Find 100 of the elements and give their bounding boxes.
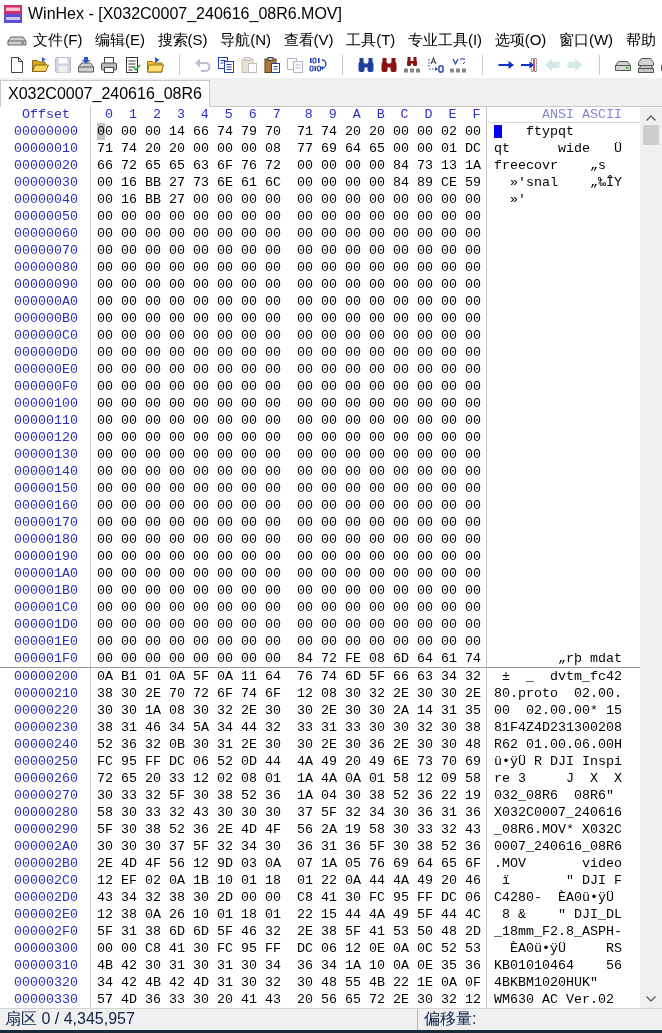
offset-label: 000001B0	[14, 583, 78, 598]
menu-item[interactable]: 导航(N)	[213, 29, 278, 51]
offset-label: 00000330	[14, 992, 78, 1007]
hex-bytes: 00 16 BB 27 73 6E 61 6C 00 00 00 00 84 89 CE 59	[97, 174, 481, 191]
column-header: 4	[200, 107, 209, 123]
hex-bytes: 00 00 00 00 00 00 00 00 00 00 00 00 00 00 00 00	[97, 412, 481, 429]
hex-bytes: 30 30 1A 08 30 32 2E 30 30 2E 30 30 2A 14 31 35	[97, 702, 481, 719]
hex-bytes: 00 00 00 00 00 00 00 00 00 00 00 00 00 00 00 00	[97, 293, 481, 310]
scrollbar[interactable]	[640, 107, 662, 1008]
offset-label: 00000100	[14, 396, 78, 411]
offset-label: 000001D0	[14, 617, 78, 632]
offset-label: 00000270	[14, 788, 78, 803]
properties-icon[interactable]	[123, 56, 141, 74]
ascii-text: KB01010464 56	[494, 957, 622, 974]
scroll-down-icon[interactable]	[645, 995, 657, 1004]
offset-label: 00000310	[14, 958, 78, 973]
offset-label: 00000020	[14, 158, 78, 173]
offset-label: 00000220	[14, 703, 78, 718]
paste-icon[interactable]	[263, 56, 281, 74]
offset-label: 00000280	[14, 805, 78, 820]
hex-bytes: 12 EF 02 0A 1B 10 01 18 01 22 0A 44 4A 49 20 46	[97, 872, 481, 889]
hex-bytes: 00 00 C8 41 30 FC 95 FF DC 06 12 0E 0A 0C 52 53	[97, 940, 481, 957]
hex-replace-icon[interactable]	[449, 56, 467, 74]
hex-bytes: 00 00 00 00 00 00 00 00 00 00 00 00 00 00 00 00	[97, 259, 481, 276]
column-header: C	[400, 107, 409, 123]
menu-item[interactable]: 帮助	[619, 29, 662, 51]
offset-label: 00000260	[14, 771, 78, 786]
scroll-up-icon[interactable]	[645, 113, 657, 122]
menu-item[interactable]: 工具(T)	[339, 29, 402, 51]
binoculars-icon[interactable]	[380, 56, 398, 74]
ascii-text: 032_08R6 08R6"	[494, 787, 614, 804]
hex-bytes: 00 00 00 00 00 00 00 00 00 00 00 00 00 00 00 00	[97, 242, 481, 259]
ascii-text: .MOV video	[494, 855, 622, 872]
drive-arrow-icon[interactable]	[77, 56, 95, 74]
hex-binoculars-icon[interactable]	[403, 56, 421, 74]
offset-label: 00000210	[14, 686, 78, 701]
hex-bytes: 00 00 00 00 00 00 00 00 00 00 00 00 00 00 00 00	[97, 429, 481, 446]
offset-label: 000001C0	[14, 600, 78, 615]
column-header: 0	[105, 107, 113, 123]
printer-icon[interactable]	[100, 56, 118, 74]
offset-label: 00000230	[14, 720, 78, 735]
menu-item[interactable]: 专业工具(I)	[401, 29, 489, 51]
offset-label: 00000180	[14, 532, 78, 547]
ascii-text: X032C0007_240616	[494, 804, 622, 821]
offset-label: 000002C0	[14, 873, 78, 888]
menu-item[interactable]: 窗口(W)	[552, 29, 620, 51]
ascii-text: 81F4Z4D231300208	[494, 719, 622, 736]
offset-label: 00000150	[14, 481, 78, 496]
hex-bytes: 00 00 00 00 00 00 00 00 00 00 00 00 00 00 00 00	[97, 633, 481, 650]
binary-digits-icon[interactable]	[309, 56, 327, 74]
offset-label: 00000060	[14, 226, 78, 241]
hex-bytes: 30 30 30 37 5F 32 34 30 36 31 36 5F 30 38 52 36	[97, 838, 481, 855]
offset-label: 00000120	[14, 430, 78, 445]
offset-label: 000001A0	[14, 566, 78, 581]
column-header: A	[352, 107, 361, 123]
offset-label: 00000070	[14, 243, 78, 258]
menu-item[interactable]: 选项(O)	[488, 29, 553, 51]
new-file-icon[interactable]	[8, 56, 26, 74]
hex-bytes: 00 00 00 00 00 00 00 00 00 00 00 00 00 00 00 00	[97, 548, 481, 565]
offset-label: 00000170	[14, 515, 78, 530]
binoculars-icon[interactable]	[357, 56, 375, 74]
drives-icon[interactable]	[637, 56, 655, 74]
offset-label: 00000090	[14, 277, 78, 292]
hex-bytes: 34 42 4B 42 4D 31 30 32 30 48 55 4B 22 1E 0A 0F	[97, 974, 481, 991]
menu-item[interactable]: 编辑(E)	[88, 29, 152, 51]
offset-label: 00000300	[14, 941, 78, 956]
offset-label: 00000080	[14, 260, 78, 275]
offset-label: 000000E0	[14, 362, 78, 377]
column-header: B	[376, 107, 385, 123]
hex-bytes: 00 00 00 00 00 00 00 00 00 00 00 00 00 00 00 00	[97, 514, 481, 531]
ascii-text: WM630 AC Ver.02	[494, 991, 614, 1008]
open-folder-icon[interactable]	[31, 56, 49, 74]
menu-item[interactable]: 搜索(S)	[151, 29, 214, 51]
column-header: 7	[272, 107, 281, 123]
folder-arrow-icon[interactable]	[146, 56, 164, 74]
hex-bytes: 00 00 00 00 00 00 00 00 00 00 00 00 00 00 00 00	[97, 327, 481, 344]
hex-bytes: 00 00 00 14 66 74 79 70 71 74 20 20 00 00 02 00	[97, 123, 481, 140]
column-header: 2	[152, 107, 161, 123]
scroll-thumb[interactable]	[643, 125, 659, 145]
hex-bytes: 66 72 65 65 63 6F 76 72 00 00 00 00 84 73 13 1A	[97, 157, 481, 174]
ascii-text: „rþ mdat	[558, 650, 622, 667]
hex-bytes: 72 65 20 33 12 02 08 01 1A 4A 0A 01 58 12 09 58	[97, 770, 481, 787]
ascii-text: qt wide Ü	[494, 140, 622, 157]
hex-bytes: 57 4D 36 33 30 20 41 43 20 56 65 72 2E 30 32 12	[97, 991, 481, 1008]
ascii-text: 0007_240616_08R6	[494, 838, 622, 855]
menu-item[interactable]: 查看(V)	[277, 29, 340, 51]
menu-item[interactable]: 文件(F)	[26, 29, 89, 51]
offset-label: 000002A0	[14, 839, 78, 854]
ascii-text: ± _ dvtm_fc42	[502, 668, 622, 685]
hex-bytes: 12 38 0A 26 10 01 18 01 22 15 44 4A 49 5F 44 4C	[97, 906, 481, 923]
ascii-text: 8 & " DJI_DL	[502, 906, 622, 923]
arrow-to-bar-icon[interactable]	[520, 56, 538, 74]
offset-label: 00000050	[14, 209, 78, 224]
offset-label: 000000F0	[14, 379, 78, 394]
column-header: E	[448, 107, 457, 123]
file-tab[interactable]: X032C0007_240616_08R6	[0, 80, 210, 107]
copy-icon[interactable]	[217, 56, 235, 74]
replace-icon[interactable]	[426, 56, 444, 74]
app-logo-icon	[4, 5, 22, 23]
hex-bytes: 2E 4D 4F 56 12 9D 03 0A 07 1A 05 76 69 64 65 6F	[97, 855, 481, 872]
